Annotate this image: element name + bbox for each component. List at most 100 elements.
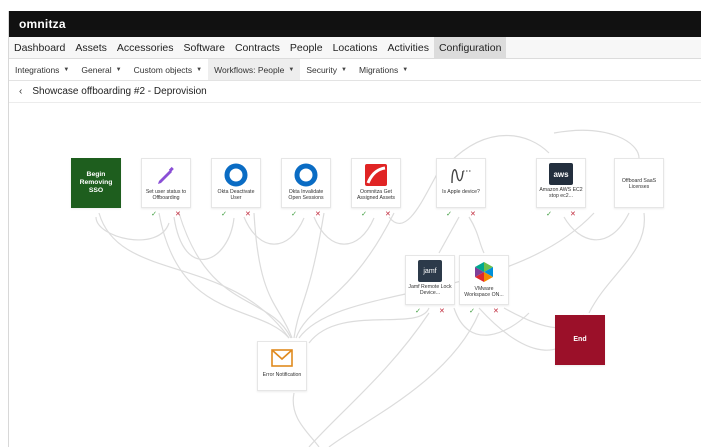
envelope-icon: [269, 346, 295, 370]
failure-x-icon: ✕: [439, 308, 445, 315]
success-check-icon: ✓: [221, 211, 227, 218]
connector: [328, 312, 480, 447]
main-nav: Dashboard Assets Accessories Software Co…: [9, 37, 701, 59]
node-error-notification[interactable]: Error Notification: [257, 341, 307, 391]
failure-x-icon: ✕: [175, 211, 181, 218]
node-okta-deactivate-outcomes: ✓ ✕: [211, 211, 261, 219]
success-check-icon: ✓: [415, 308, 421, 315]
subnav-workflows-people[interactable]: Workflows: People ▼: [208, 59, 301, 80]
connector: [292, 392, 320, 447]
node-aws-ec2-stop-label: Amazon AWS EC2 stop ec2...: [539, 187, 583, 200]
app-logo[interactable]: omnitza: [19, 17, 66, 31]
connector: [553, 129, 640, 159]
nav-software[interactable]: Software: [179, 37, 230, 58]
node-offboard-saas[interactable]: Offboard SaaS Licenses: [614, 158, 664, 208]
node-oomnitza-get-assets[interactable]: Oomnitza Get Assigned Assets: [351, 158, 401, 208]
title-bar: ‹ Showcase offboarding #2 - Deprovision: [9, 81, 701, 103]
subnav-migrations-label: Migrations: [358, 64, 399, 75]
nav-activities[interactable]: Activities: [383, 37, 434, 58]
node-is-apple-device-label: Is Apple device?: [442, 189, 480, 195]
nav-assets[interactable]: Assets: [70, 37, 112, 58]
node-set-user-status[interactable]: Set user status to Offboarding: [141, 158, 191, 208]
node-vmware-workspace-label: VMware Workspace ON...: [464, 286, 504, 299]
node-set-user-status-label: Set user status to Offboarding: [145, 189, 187, 202]
node-aws-ec2-stop-outcomes: ✓ ✕: [536, 211, 586, 219]
page-title: Showcase offboarding #2 - Deprovision: [32, 86, 207, 97]
screenshot-frame: omnitza Dashboard Assets Accessories Sof…: [0, 0, 701, 447]
nav-accessories[interactable]: Accessories: [112, 37, 179, 58]
node-error-notification-label: Error Notification: [262, 372, 302, 378]
success-check-icon: ✓: [469, 308, 475, 315]
vmware-icon: [471, 260, 497, 284]
caret-down-icon: ▼: [63, 66, 70, 73]
node-offboard-saas-label: Offboard SaaS Licenses: [621, 177, 657, 190]
node-end-label: End: [573, 335, 587, 343]
nav-locations[interactable]: Locations: [328, 37, 383, 58]
nav-dashboard[interactable]: Dashboard: [9, 37, 70, 58]
connector: [308, 312, 430, 447]
node-begin[interactable]: Begin Removing SSO: [71, 158, 121, 208]
jamf-icon: jamf: [418, 260, 442, 282]
connector: [158, 212, 290, 339]
connector: [468, 216, 485, 254]
success-check-icon: ✓: [291, 211, 297, 218]
workflow-connectors: [95, 129, 645, 447]
node-is-apple-device-outcomes: ✓ ✕: [436, 211, 486, 219]
node-jamf-remote-lock-label: Jamf Remote Lock Device...: [408, 284, 452, 297]
subnav-general-label: General: [81, 64, 112, 75]
node-set-user-status-outcomes: ✓ ✕: [141, 211, 191, 219]
node-okta-deactivate-label: Okta Deactivate User: [217, 189, 255, 202]
subnav-security[interactable]: Security ▼: [300, 59, 353, 80]
left-margin: [0, 0, 8, 447]
failure-x-icon: ✕: [570, 211, 576, 218]
connector: [588, 212, 645, 314]
oomnitza-icon: [363, 163, 389, 187]
nav-contracts[interactable]: Contracts: [230, 37, 285, 58]
caret-down-icon: ▼: [402, 66, 409, 73]
subnav-security-label: Security: [306, 64, 338, 75]
node-vmware-workspace-outcomes: ✓ ✕: [459, 308, 509, 316]
top-bar: omnitza: [9, 11, 701, 37]
subnav-integrations[interactable]: Integrations ▼: [9, 59, 75, 80]
nav-people[interactable]: People: [285, 37, 328, 58]
okta-icon: [293, 163, 319, 187]
aws-icon-text: aws: [553, 169, 569, 179]
failure-x-icon: ✕: [470, 211, 476, 218]
chevron-left-icon[interactable]: ‹: [19, 86, 22, 97]
app-window: omnitza Dashboard Assets Accessories Sof…: [8, 11, 701, 447]
node-is-apple-device[interactable]: Is Apple device?: [436, 158, 486, 208]
failure-x-icon: ✕: [385, 211, 391, 218]
success-check-icon: ✓: [151, 211, 157, 218]
caret-down-icon: ▼: [196, 66, 203, 73]
node-vmware-workspace[interactable]: VMware Workspace ON...: [459, 255, 509, 305]
node-okta-deactivate[interactable]: Okta Deactivate User: [211, 158, 261, 208]
node-okta-invalidate-label: Okta Invalidate Open Sessions: [288, 189, 324, 202]
subnav-migrations[interactable]: Migrations ▼: [353, 59, 414, 80]
caret-down-icon: ▼: [341, 66, 347, 73]
success-check-icon: ✓: [361, 211, 367, 218]
nav-configuration[interactable]: Configuration: [433, 37, 507, 58]
failure-x-icon: ✕: [315, 211, 321, 218]
node-aws-ec2-stop[interactable]: aws Amazon AWS EC2 stop ec2...: [536, 158, 586, 208]
sub-nav: Integrations ▼ General ▼ Custom objects ▼ W…: [9, 59, 701, 81]
jamf-icon-text: jamf: [423, 267, 437, 275]
branch-condition-icon: [448, 163, 474, 187]
workflow-canvas[interactable]: Begin Removing SSO Set user status to Of…: [9, 103, 701, 447]
caret-down-icon: ▼: [288, 66, 295, 73]
subnav-custom-objects-label: Custom objects: [133, 64, 193, 75]
okta-icon: [223, 163, 249, 187]
subnav-general[interactable]: General ▼: [75, 59, 127, 80]
failure-x-icon: ✕: [493, 308, 499, 315]
subnav-custom-objects[interactable]: Custom objects ▼: [128, 59, 209, 80]
aws-icon: aws: [549, 163, 573, 185]
node-okta-invalidate[interactable]: Okta Invalidate Open Sessions: [281, 158, 331, 208]
node-oomnitza-get-assets-label: Oomnitza Get Assigned Assets: [356, 189, 396, 202]
connector: [293, 212, 325, 339]
node-jamf-remote-lock[interactable]: jamf Jamf Remote Lock Device...: [405, 255, 455, 305]
failure-x-icon: ✕: [245, 211, 251, 218]
caret-down-icon: ▼: [115, 66, 122, 73]
node-okta-invalidate-outcomes: ✓ ✕: [281, 211, 331, 219]
subnav-workflows-people-label: Workflows: People: [214, 64, 285, 75]
node-end[interactable]: End: [555, 315, 605, 365]
connector: [243, 216, 305, 245]
